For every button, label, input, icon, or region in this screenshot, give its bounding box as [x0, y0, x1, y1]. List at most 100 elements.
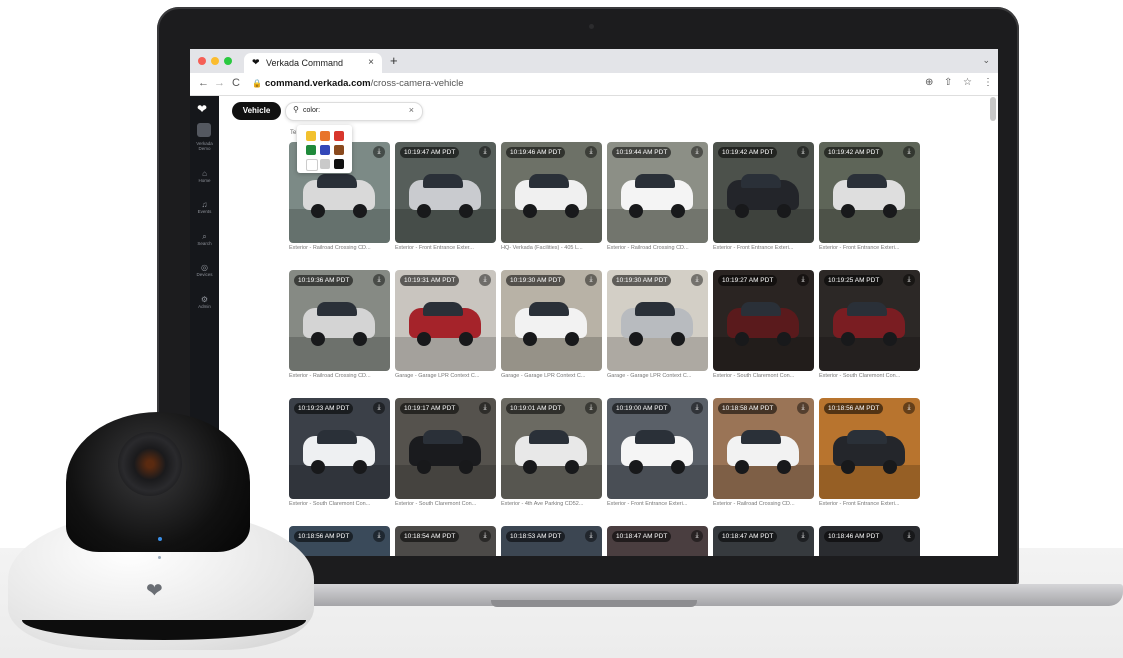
- vehicle-thumbnail[interactable]: 10:19:31 AM PDT ⤓: [395, 270, 496, 371]
- search-input[interactable]: ⚲ color: ×: [285, 102, 423, 121]
- tab-close-icon[interactable]: ×: [368, 57, 374, 68]
- url-field[interactable]: command.verkada.com/cross-camera-vehicle: [265, 78, 464, 89]
- download-icon[interactable]: ⤓: [373, 146, 385, 158]
- vehicle-thumbnail[interactable]: 10:19:23 AM PDT ⤓: [289, 398, 390, 499]
- browser-menu-icon[interactable]: ⋮: [983, 77, 993, 88]
- vehicle-thumbnail[interactable]: 10:19:17 AM PDT ⤓: [395, 398, 496, 499]
- sidebar-item-search[interactable]: ⌕ Search: [190, 232, 219, 246]
- download-icon[interactable]: ⤓: [903, 146, 915, 158]
- download-icon[interactable]: ⤓: [797, 402, 809, 414]
- vehicle-thumbnail[interactable]: 10:19:44 AM PDT ⤓: [607, 142, 708, 243]
- vehicle-thumbnail[interactable]: 10:18:56 AM PDT ⤓: [289, 526, 390, 556]
- download-icon[interactable]: ⤓: [797, 530, 809, 542]
- sidebar-item-admin[interactable]: ⚙ Admin: [190, 295, 219, 309]
- camera-caption: Exterior - Front Entrance Exteri...: [819, 501, 900, 507]
- thumbnail-ground: [713, 209, 814, 243]
- vehicle-thumbnail[interactable]: 10:19:42 AM PDT ⤓: [713, 142, 814, 243]
- thumbnail-ground: [395, 337, 496, 371]
- vehicle-thumbnail[interactable]: 10:19:36 AM PDT ⤓: [289, 270, 390, 371]
- download-icon[interactable]: ⤓: [373, 402, 385, 414]
- vehicle-thumbnail[interactable]: 10:18:53 AM PDT ⤓: [501, 526, 602, 556]
- download-icon[interactable]: ⤓: [479, 530, 491, 542]
- download-icon[interactable]: ⤓: [479, 146, 491, 158]
- camera-caption: Exterior - South Claremont Con...: [395, 501, 477, 507]
- vehicle-thumbnail[interactable]: 10:19:42 AM PDT ⤓: [819, 142, 920, 243]
- timestamp-badge: 10:19:42 AM PDT: [824, 147, 884, 158]
- download-icon[interactable]: ⤓: [903, 402, 915, 414]
- vehicle-thumbnail[interactable]: 10:18:46 AM PDT ⤓: [819, 526, 920, 556]
- results-hint: Te: [290, 130, 297, 136]
- download-icon[interactable]: ⤓: [797, 274, 809, 286]
- clear-search-icon[interactable]: ×: [409, 105, 414, 115]
- color-swatch[interactable]: [306, 131, 316, 141]
- download-icon[interactable]: ⤓: [691, 274, 703, 286]
- vehicle-window: [423, 430, 463, 444]
- vehicle-thumbnail[interactable]: 10:18:58 AM PDT ⤓: [713, 398, 814, 499]
- vehicle-thumbnail[interactable]: 10:19:46 AM PDT ⤓: [501, 142, 602, 243]
- vehicle-thumbnail[interactable]: 10:19:27 AM PDT ⤓: [713, 270, 814, 371]
- color-swatch[interactable]: [320, 145, 330, 155]
- minimize-window-icon[interactable]: [211, 57, 219, 65]
- download-icon[interactable]: ⤓: [479, 402, 491, 414]
- download-icon[interactable]: ⤓: [903, 530, 915, 542]
- download-icon[interactable]: ⤓: [691, 402, 703, 414]
- download-icon[interactable]: ⤓: [585, 274, 597, 286]
- color-swatch[interactable]: [320, 131, 330, 141]
- camera-caption: Exterior - South Claremont Con...: [713, 373, 795, 379]
- chevron-down-icon[interactable]: ⌄: [982, 55, 990, 66]
- sidebar-item-events[interactable]: ♫ Events: [190, 200, 219, 214]
- thumbnail-ground: [289, 337, 390, 371]
- thumbnail-ground: [501, 465, 602, 499]
- download-icon[interactable]: ⤓: [797, 146, 809, 158]
- share-icon[interactable]: ⇧: [944, 77, 952, 88]
- vehicle-thumbnail[interactable]: 10:19:47 AM PDT ⤓: [395, 142, 496, 243]
- download-icon[interactable]: ⤓: [585, 402, 597, 414]
- download-icon[interactable]: ⤓: [691, 530, 703, 542]
- reload-button[interactable]: C: [232, 77, 240, 89]
- color-swatch[interactable]: [334, 145, 344, 155]
- color-swatch[interactable]: [306, 159, 318, 171]
- vehicle-thumbnail[interactable]: 10:19:30 AM PDT ⤓: [607, 270, 708, 371]
- bookmark-star-icon[interactable]: ☆: [963, 77, 972, 88]
- vehicle-thumbnail[interactable]: 10:18:47 AM PDT ⤓: [607, 526, 708, 556]
- vehicle-window: [529, 302, 569, 316]
- vehicle-window: [741, 174, 781, 188]
- close-window-icon[interactable]: [198, 57, 206, 65]
- color-swatch[interactable]: [306, 145, 316, 155]
- download-icon[interactable]: ⤓: [903, 274, 915, 286]
- wheel-icon: [459, 460, 473, 474]
- download-icon[interactable]: ⤓: [585, 530, 597, 542]
- color-swatch[interactable]: [320, 159, 330, 169]
- sidebar-item-devices[interactable]: ◎ Devices: [190, 263, 219, 277]
- color-swatch[interactable]: [334, 159, 344, 169]
- maximize-window-icon[interactable]: [224, 57, 232, 65]
- vehicle-thumbnail[interactable]: 10:18:56 AM PDT ⤓: [819, 398, 920, 499]
- browser-tab[interactable]: ❤ Verkada Command ×: [244, 53, 382, 73]
- verkada-logo-icon[interactable]: ❤: [197, 102, 207, 116]
- color-swatch[interactable]: [334, 131, 344, 141]
- forward-button[interactable]: →: [214, 77, 225, 89]
- timestamp-badge: 10:18:58 AM PDT: [718, 403, 778, 414]
- tab-title: Verkada Command: [266, 58, 344, 68]
- sidebar-item-home[interactable]: ⌂ Home: [190, 169, 219, 183]
- new-tab-button[interactable]: +: [390, 53, 398, 68]
- download-icon[interactable]: ⤓: [691, 146, 703, 158]
- org-avatar[interactable]: [197, 123, 211, 137]
- vehicle-thumbnail[interactable]: 10:19:25 AM PDT ⤓: [819, 270, 920, 371]
- zoom-icon[interactable]: ⊕: [925, 77, 933, 88]
- download-icon[interactable]: ⤓: [479, 274, 491, 286]
- wheel-icon: [459, 204, 473, 218]
- vehicle-thumbnail[interactable]: 10:18:54 AM PDT ⤓: [395, 526, 496, 556]
- download-icon[interactable]: ⤓: [373, 530, 385, 542]
- vehicle-button[interactable]: Vehicle: [232, 102, 281, 120]
- vehicle-thumbnail[interactable]: 10:19:01 AM PDT ⤓: [501, 398, 602, 499]
- download-icon[interactable]: ⤓: [585, 146, 597, 158]
- vehicle-thumbnail[interactable]: 10:19:00 AM PDT ⤓: [607, 398, 708, 499]
- scrollbar[interactable]: [990, 97, 996, 121]
- timestamp-badge: 10:19:01 AM PDT: [506, 403, 566, 414]
- wheel-icon: [883, 204, 897, 218]
- back-button[interactable]: ←: [198, 77, 209, 89]
- download-icon[interactable]: ⤓: [373, 274, 385, 286]
- vehicle-thumbnail[interactable]: 10:19:30 AM PDT ⤓: [501, 270, 602, 371]
- vehicle-thumbnail[interactable]: 10:18:47 AM PDT ⤓: [713, 526, 814, 556]
